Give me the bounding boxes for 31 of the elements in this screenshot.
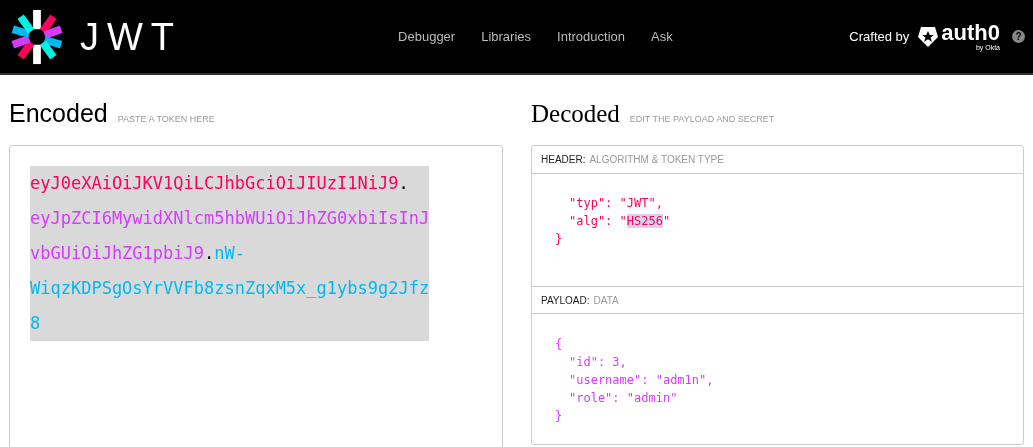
nav-link[interactable]: Libraries [481, 26, 532, 47]
panel-label: HEADER: [541, 153, 586, 167]
panel-label: PAYLOAD: [541, 293, 590, 308]
code-text: { [555, 337, 563, 351]
panel-sublabel: ALGORITHM & TOKEN TYPE [589, 153, 724, 167]
crafted-by-label: Crafted by [849, 27, 910, 46]
section-hint: PASTE A TOKEN HERE [117, 113, 215, 126]
nav-link[interactable]: Ask [651, 26, 673, 47]
panel-sublabel: DATA [593, 293, 619, 308]
code-text: "id": 3, [569, 355, 627, 369]
json-editor[interactable]: { "id": 3, "username": "adm1n", "role": "admin" } [553, 335, 1023, 425]
token-input[interactable]: eyJ0eXAiOiJKV1QiLCJhbGciOiJIUzI1NiJ9. eyJpZCI6MywidXNlcm5hbWUiOiJhZG0xbiIsInJvbGUiOiJhZG1pbiJ9.nW-WiqzKDPSgOsYrVVFb8zsnZqxM5x_g1ybs9g2Jfz8 [9, 145, 503, 447]
brand-name: JWT [80, 17, 183, 56]
nav-link[interactable]: Introduction [557, 26, 625, 47]
code-text: } [555, 409, 563, 423]
shield-star-icon [917, 25, 940, 48]
encoded-token: eyJ0eXAiOiJKV1QiLCJhbGciOiJIUzI1NiJ9. eyJpZCI6MywidXNlcm5hbWUiOiJhZG0xbiIsInJvbGUiOiJhZG1pbiJ9.nW-WiqzKDPSgOsYrVVFb8zsnZqxM5x_g1ybs9g2Jfz8 [30, 166, 430, 341]
auth0-wordmark: auth0 [941, 22, 1000, 44]
nav-link[interactable]: Debugger [398, 26, 456, 47]
code-text: "role": "admin" [569, 391, 678, 405]
code-text: } [555, 232, 563, 246]
code-text: "alg": " [569, 214, 627, 228]
section-hint: EDIT THE PAYLOAD AND SECRET [629, 113, 775, 126]
help-icon[interactable]: ? [1012, 30, 1025, 43]
code-text: "typ": "JWT", [569, 196, 663, 210]
selected-text: HS256 [626, 214, 663, 228]
json-editor[interactable]: "typ": "JWT", "alg": "HS256" } [553, 194, 1023, 248]
code-text: "username": "adm1n", [569, 373, 714, 387]
section-title: Encoded [9, 98, 108, 129]
code-text: " [662, 214, 671, 228]
section-title: Decoded [531, 99, 620, 129]
